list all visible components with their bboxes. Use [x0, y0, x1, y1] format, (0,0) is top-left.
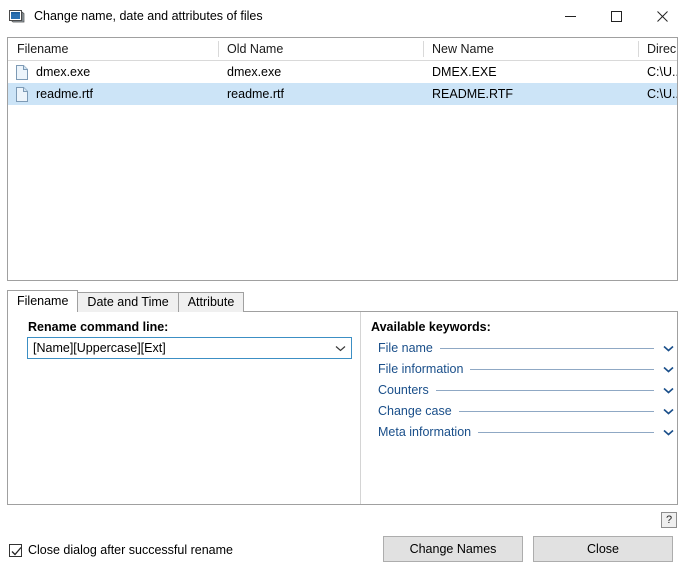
- keyword-rule-line: [459, 411, 654, 412]
- tab-filename[interactable]: Filename: [7, 290, 78, 312]
- close-button[interactable]: [639, 0, 685, 32]
- keyword-group-change-case[interactable]: Change case: [378, 402, 675, 420]
- keyword-group-meta-information[interactable]: Meta information: [378, 423, 675, 441]
- chevron-down-icon[interactable]: [661, 366, 675, 373]
- table-row[interactable]: readme.rtf readme.rtf README.RTF C:\U...: [8, 83, 677, 105]
- close-dialog-checkbox[interactable]: [9, 544, 22, 557]
- table-row[interactable]: dmex.exe dmex.exe DMEX.EXE C:\U...: [8, 61, 677, 83]
- rename-command-line-input[interactable]: [Name][Uppercase][Ext]: [28, 341, 329, 355]
- help-button[interactable]: ?: [661, 512, 677, 528]
- keyword-group-file-name[interactable]: File name: [378, 339, 675, 357]
- active-tab-seam: [8, 310, 76, 312]
- file-list-header: Filename Old Name New Name Direc...: [8, 38, 677, 61]
- keyword-group-label: Meta information: [378, 425, 471, 439]
- column-header-old-name[interactable]: Old Name: [218, 38, 423, 60]
- rename-command-line-label: Rename command line:: [28, 320, 168, 334]
- keyword-group-label: File name: [378, 341, 433, 355]
- tab-date-and-time[interactable]: Date and Time: [77, 292, 178, 312]
- tab-attribute[interactable]: Attribute: [178, 292, 245, 312]
- cell-new-name: README.RTF: [423, 83, 638, 105]
- chevron-down-icon[interactable]: [661, 408, 675, 415]
- rename-command-line-combo[interactable]: [Name][Uppercase][Ext]: [27, 337, 352, 359]
- chevron-down-icon[interactable]: [329, 338, 351, 358]
- file-list-body: dmex.exe dmex.exe DMEX.EXE C:\U... readm…: [8, 61, 677, 105]
- cell-old-name: readme.rtf: [218, 83, 423, 105]
- column-divider[interactable]: [423, 41, 424, 57]
- keyword-group-label: File information: [378, 362, 463, 376]
- keyword-rule-line: [440, 348, 654, 349]
- panel-divider: [360, 312, 361, 504]
- keyword-rule-line: [478, 432, 654, 433]
- tab-control: Filename Date and Time Attribute Rename …: [7, 291, 678, 505]
- check-icon: [11, 546, 22, 557]
- app-window-icon: [9, 8, 25, 24]
- close-dialog-checkbox-label: Close dialog after successful rename: [28, 543, 233, 557]
- cell-directory: C:\U...: [638, 83, 678, 105]
- keyword-group-counters[interactable]: Counters: [378, 381, 675, 399]
- close-dialog-checkbox-row[interactable]: Close dialog after successful rename: [9, 543, 233, 557]
- keyword-rule-line: [436, 390, 654, 391]
- change-names-button[interactable]: Change Names: [383, 536, 523, 562]
- chevron-down-icon[interactable]: [661, 345, 675, 352]
- chevron-down-icon[interactable]: [661, 429, 675, 436]
- cell-filename: dmex.exe: [8, 61, 218, 83]
- column-header-directory[interactable]: Direc...: [638, 38, 677, 60]
- keyword-rule-line: [470, 369, 654, 370]
- column-header-new-name[interactable]: New Name: [423, 38, 638, 60]
- column-header-filename[interactable]: Filename: [8, 38, 218, 60]
- window-controls: [547, 0, 685, 32]
- tab-strip: Filename Date and Time Attribute: [7, 291, 243, 312]
- cell-filename: readme.rtf: [8, 83, 218, 105]
- available-keywords-label: Available keywords:: [371, 320, 491, 334]
- file-list[interactable]: Filename Old Name New Name Direc... dmex…: [7, 37, 678, 281]
- minimize-button[interactable]: [547, 0, 593, 32]
- cell-directory: C:\U...: [638, 61, 678, 83]
- keyword-group-label: Counters: [378, 383, 429, 397]
- cell-new-name: DMEX.EXE: [423, 61, 638, 83]
- keyword-group-file-information[interactable]: File information: [378, 360, 675, 378]
- keyword-group-label: Change case: [378, 404, 452, 418]
- cell-old-name: dmex.exe: [218, 61, 423, 83]
- close-dialog-button[interactable]: Close: [533, 536, 673, 562]
- window-title: Change name, date and attributes of file…: [34, 9, 263, 23]
- column-divider[interactable]: [638, 41, 639, 57]
- maximize-button[interactable]: [593, 0, 639, 32]
- column-divider[interactable]: [218, 41, 219, 57]
- chevron-down-icon[interactable]: [661, 387, 675, 394]
- title-bar: Change name, date and attributes of file…: [0, 0, 685, 32]
